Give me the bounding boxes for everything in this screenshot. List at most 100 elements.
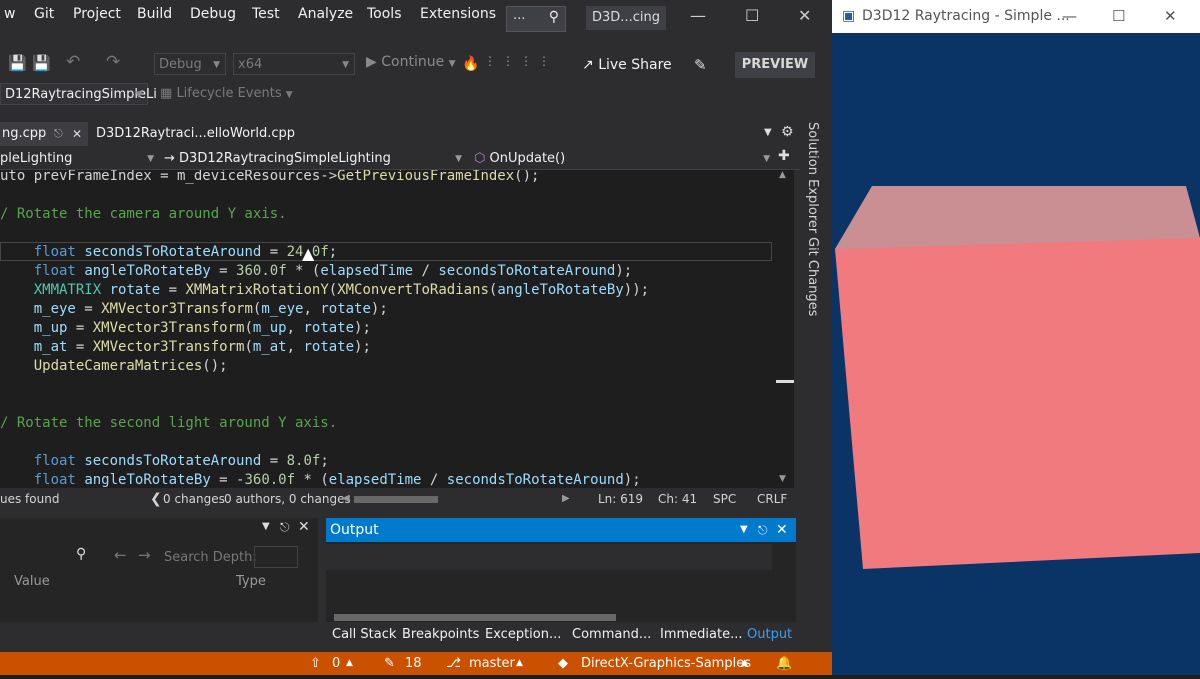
branch-icon[interactable]: ⎇	[446, 652, 461, 675]
menu-debug[interactable]: Debug	[190, 6, 236, 22]
code-line[interactable]: m_up = XMVector3Transform(m_up, rotate);	[0, 319, 371, 338]
search-icon[interactable]: ⚲	[76, 546, 86, 562]
solution-explorer-tab[interactable]: Solution Explorer	[805, 122, 820, 233]
tab-command-window[interactable]: Command...	[572, 627, 651, 642]
hot-reload-icon[interactable]: 🔥	[462, 56, 479, 72]
feedback-icon[interactable]: ✎	[694, 56, 707, 74]
value-column-header[interactable]: Value	[14, 574, 50, 589]
hscroll-right-icon[interactable]: ▶	[562, 488, 570, 510]
live-share-button[interactable]: ↗ Live Share	[582, 57, 672, 73]
menu-project[interactable]: Project	[73, 6, 121, 22]
nav-project-dropdown[interactable]: pleLighting ▼	[0, 149, 158, 169]
panel-menu-icon[interactable]: ▼	[740, 518, 748, 542]
save-icon[interactable]: 💾	[8, 54, 27, 72]
tab-breakpoints[interactable]: Breakpoints	[402, 627, 479, 642]
hscroll-thumb[interactable]	[354, 496, 438, 503]
preview-button[interactable]: PREVIEW	[735, 52, 815, 78]
tab-active-document[interactable]: ng.cpp ⎋ ✕	[0, 122, 88, 146]
menu-build[interactable]: Build	[137, 6, 172, 22]
tab-call-stack[interactable]: Call Stack	[332, 627, 396, 642]
authors-label[interactable]: 0 authors, 0 changes	[224, 488, 351, 510]
code-line[interactable]: float secondsToRotateAround = 24.0f;	[0, 243, 338, 262]
menu-tools[interactable]: Tools	[367, 6, 402, 22]
column-number[interactable]: Ch: 41	[658, 488, 697, 510]
pending-changes-count[interactable]: 18	[405, 652, 422, 675]
step-icons[interactable]: ⋮⋮⋮⋮	[484, 54, 556, 68]
nav-method-dropdown[interactable]: ⬡ OnUpdate() ▼	[474, 149, 774, 169]
output-hscroll-thumb[interactable]	[334, 614, 616, 621]
code-line[interactable]: UpdateCameraMatrices();	[0, 357, 228, 376]
redo-icon[interactable]: ↷	[106, 52, 120, 72]
line-number[interactable]: Ln: 619	[598, 488, 643, 510]
lifecycle-events-combo[interactable]: ▦ Lifecycle Events ▼	[160, 86, 293, 101]
back-arrow-icon[interactable]: ←	[114, 546, 127, 564]
forward-arrow-icon[interactable]: →	[138, 546, 151, 564]
pin-icon[interactable]: ⎋	[758, 518, 768, 542]
config-combo[interactable]: Debug ▼	[154, 53, 226, 75]
maximize-icon[interactable]: ☐	[1112, 0, 1125, 33]
tab-output[interactable]: Output	[747, 627, 792, 642]
close-icon[interactable]: ✕	[298, 519, 310, 535]
code-line[interactable]: / Rotate the camera around Y axis.	[0, 205, 287, 224]
tab-immediate-window[interactable]: Immediate...	[660, 627, 742, 642]
whitespace-mode[interactable]: SPC	[713, 488, 736, 510]
render-viewport[interactable]	[832, 33, 1200, 675]
close-icon[interactable]: ✕	[1164, 0, 1177, 33]
notifications-icon[interactable]: 🔔	[776, 652, 792, 675]
d3d12-title-bar: ▣ D3D12 Raytracing - Simple ... — ☐ ✕	[832, 0, 1200, 33]
search-depth-combo[interactable]	[254, 546, 298, 568]
line-ending[interactable]: CRLF	[757, 488, 787, 510]
changes-label[interactable]: 0 changes	[163, 488, 225, 510]
code-line[interactable]: float secondsToRotateAround = 8.0f;	[0, 452, 329, 471]
code-line[interactable]: XMMATRIX rotate = XMMatrixRotationY(XMCo…	[0, 281, 649, 300]
git-changes-tab[interactable]: Git Changes	[805, 237, 820, 316]
type-column-header[interactable]: Type	[236, 574, 266, 589]
chevron-left-icon[interactable]: ❮	[150, 488, 162, 510]
code-line[interactable]: m_eye = XMVector3Transform(m_eye, rotate…	[0, 300, 388, 319]
code-editor[interactable]: uto prevFrameIndex = m_deviceResources->…	[0, 170, 776, 488]
scroll-down-icon[interactable]: ▼	[779, 474, 786, 484]
startup-project-combo[interactable]: D12RaytracingSimpleLi ▼	[0, 83, 157, 105]
git-repo-icon[interactable]: ◆	[558, 652, 568, 675]
nav-class-dropdown[interactable]: → D3D12RaytracingSimpleLighting ▼	[164, 149, 466, 169]
menu-view[interactable]: w	[4, 6, 15, 22]
close-icon[interactable]: ✕	[776, 518, 788, 542]
tab-exception-settings[interactable]: Exception...	[485, 627, 561, 642]
minimize-icon[interactable]: —	[690, 6, 706, 25]
push-icon[interactable]: ⇧	[310, 652, 321, 675]
split-icon[interactable]: ✚	[778, 148, 790, 164]
search-box[interactable]: ... ⚲	[506, 6, 566, 32]
pin-icon[interactable]: ⎋	[280, 520, 290, 535]
panel-menu-icon[interactable]: ▼	[262, 521, 270, 532]
branch-name[interactable]: master	[469, 652, 515, 675]
tab-helloworld[interactable]: D3D12Raytraci...elloWorld.cpp	[96, 126, 295, 141]
save-all-icon[interactable]: 💾	[32, 54, 51, 72]
unpushed-count[interactable]: 0	[332, 652, 340, 675]
code-line[interactable]: / Rotate the second light around Y axis.	[0, 414, 337, 433]
minimize-icon[interactable]: —	[1062, 0, 1077, 33]
menu-git[interactable]: Git	[34, 6, 54, 22]
code-line[interactable]: uto prevFrameIndex = m_deviceResources->…	[0, 170, 539, 186]
menu-test[interactable]: Test	[252, 6, 280, 22]
pin-icon[interactable]: ⎋	[54, 122, 63, 146]
code-line[interactable]: float angleToRotateBy = 360.0f * (elapse…	[0, 262, 633, 281]
maximize-icon[interactable]: ☐	[745, 6, 759, 25]
hscroll-left-icon[interactable]: ◀	[342, 488, 350, 510]
menu-analyze[interactable]: Analyze	[298, 6, 353, 22]
tab-overflow-icon[interactable]: ▼	[764, 127, 772, 138]
undo-icon[interactable]: ↶	[66, 52, 80, 72]
editor-scrollbar[interactable]: ▲ ▼	[776, 170, 794, 488]
editor-status-bar: ues found ❮ 0 changes 0 authors, 0 chang…	[0, 488, 800, 510]
pencil-icon[interactable]: ✎	[384, 652, 395, 675]
code-line[interactable]: m_at = XMVector3Transform(m_at, rotate);	[0, 338, 371, 357]
continue-button[interactable]: ▶ Continue ▼	[366, 54, 456, 70]
code-line[interactable]: float angleToRotateBy = -360.0f * (elaps…	[0, 471, 641, 488]
gear-icon[interactable]: ⚙	[781, 124, 794, 140]
platform-combo[interactable]: x64 ▼	[233, 53, 355, 75]
issues-label[interactable]: ues found	[0, 488, 59, 510]
close-tab-icon[interactable]: ✕	[72, 122, 82, 146]
scroll-up-icon[interactable]: ▲	[779, 170, 786, 180]
repository-name[interactable]: DirectX-Graphics-Samples	[581, 652, 751, 675]
close-icon[interactable]: ✕	[798, 6, 811, 25]
menu-extensions[interactable]: Extensions	[420, 6, 496, 22]
